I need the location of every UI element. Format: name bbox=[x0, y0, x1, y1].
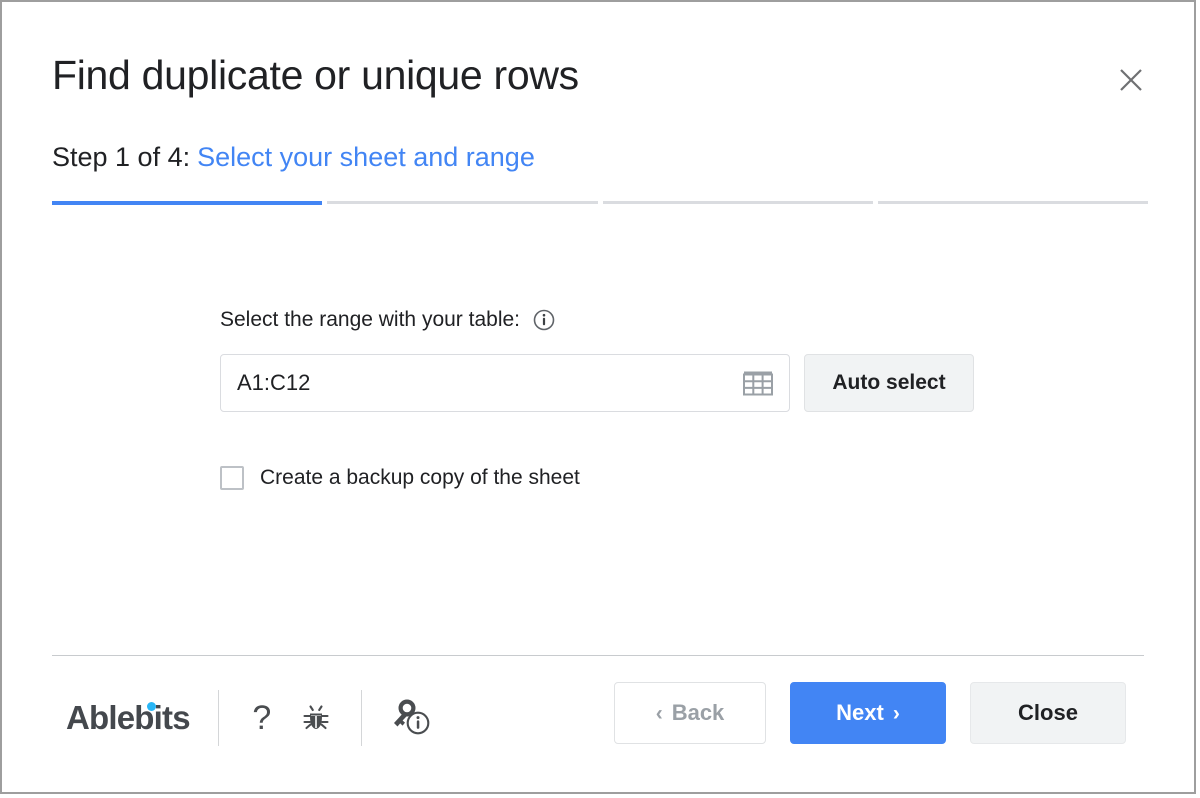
range-input-container bbox=[220, 354, 790, 412]
next-button-label: Next bbox=[836, 700, 884, 725]
bug-icon[interactable] bbox=[299, 701, 333, 735]
step-prefix: Step 1 of 4: bbox=[52, 142, 191, 172]
step-indicator-text: Step 1 of 4: Select your sheet and range bbox=[52, 142, 535, 173]
next-button[interactable]: Next › bbox=[790, 682, 946, 744]
page-title: Find duplicate or unique rows bbox=[52, 52, 579, 98]
footer-divider-1 bbox=[217, 690, 219, 746]
footer-divider-2 bbox=[360, 690, 362, 746]
backup-copy-checkbox[interactable] bbox=[220, 466, 244, 490]
progress-segment-1 bbox=[52, 201, 323, 205]
ablebits-logo: Ablebits bbox=[66, 699, 191, 737]
range-input[interactable] bbox=[221, 355, 789, 411]
dialog-body: Select the range with your table: A1:C12… bbox=[2, 208, 1194, 656]
find-duplicate-rows-dialog: Find duplicate or unique rows Step 1 of … bbox=[0, 0, 1196, 794]
dialog-header: Find duplicate or unique rows Step 1 of … bbox=[2, 2, 1194, 208]
dialog-footer: Ablebits ? ‹ Back Next › Close bbox=[2, 656, 1194, 792]
close-icon bbox=[1118, 67, 1144, 93]
back-button-label: Back bbox=[671, 700, 725, 725]
ablebits-logo-dot bbox=[146, 702, 156, 711]
key-info-icon[interactable] bbox=[390, 698, 434, 738]
chevron-right-icon: › bbox=[892, 701, 900, 725]
chevron-left-icon: ‹ bbox=[655, 701, 663, 725]
back-button[interactable]: ‹ Back bbox=[614, 682, 766, 744]
footer-brand-group: Ablebits ? bbox=[66, 688, 434, 748]
grid-select-icon[interactable] bbox=[743, 370, 773, 396]
close-dialog-button[interactable] bbox=[1110, 59, 1152, 101]
progress-segment-4 bbox=[877, 201, 1148, 204]
info-icon[interactable] bbox=[533, 309, 555, 331]
ablebits-logo-text: Ablebits bbox=[66, 699, 191, 736]
auto-select-button[interactable]: Auto select bbox=[804, 354, 974, 412]
help-icon[interactable]: ? bbox=[247, 701, 277, 735]
step-progress-bar bbox=[52, 201, 1148, 205]
backup-copy-label: Create a backup copy of the sheet bbox=[260, 466, 580, 489]
footer-button-group: ‹ Back Next › Close bbox=[614, 682, 1126, 744]
close-button[interactable]: Close bbox=[970, 682, 1126, 744]
range-input-row: Auto select bbox=[220, 354, 974, 412]
range-field-label: Select the range with your table: bbox=[220, 308, 521, 331]
step-name: Select your sheet and range bbox=[197, 142, 535, 172]
progress-segment-3 bbox=[602, 201, 873, 204]
progress-segment-2 bbox=[327, 201, 598, 204]
backup-copy-checkbox-row[interactable]: Create a backup copy of the sheet bbox=[220, 466, 580, 490]
range-label-row: Select the range with your table: bbox=[220, 308, 555, 332]
